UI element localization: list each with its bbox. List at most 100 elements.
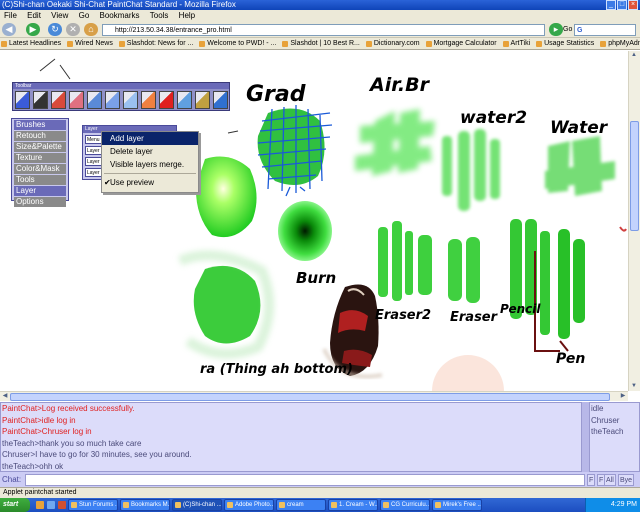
- panel-item-size-palette[interactable]: Size&Palette: [14, 142, 66, 152]
- menu-help[interactable]: Help: [179, 11, 195, 20]
- chat-input[interactable]: [25, 474, 585, 486]
- forward-icon[interactable]: ▶: [26, 23, 40, 36]
- tool-palette-window[interactable]: Toolbar: [12, 82, 230, 111]
- tool-button-blur[interactable]: [105, 91, 120, 109]
- menu-view[interactable]: View: [51, 11, 68, 20]
- tool-button-smudge[interactable]: [123, 91, 138, 109]
- url-field[interactable]: http://213.50.34.38/entrance_pro.html: [102, 24, 545, 36]
- taskbar-button[interactable]: CG Curriculu...: [380, 499, 430, 511]
- tool-button-eraser[interactable]: [87, 91, 102, 109]
- tool-button-pen[interactable]: [15, 91, 30, 109]
- user-item[interactable]: theTeach: [590, 426, 639, 438]
- canvas-label-eraser: Eraser: [450, 310, 499, 325]
- chat-area: PaintChat>Log received successfully. Pai…: [0, 402, 640, 487]
- menu-item-merge-visible[interactable]: Visible layers merge.: [102, 158, 198, 171]
- tool-button-pencil[interactable]: [33, 91, 48, 109]
- menu-item-use-preview[interactable]: ✔ Use preview: [102, 176, 198, 189]
- tool-button-select[interactable]: [195, 91, 210, 109]
- taskbar-button[interactable]: Adobe Photo...: [224, 499, 274, 511]
- chat-log[interactable]: PaintChat>Log received successfully. Pai…: [0, 402, 582, 472]
- bookmark-item[interactable]: Welcome to PWD! - ...: [198, 38, 276, 49]
- canvas-label-burn: Burn: [296, 269, 336, 287]
- taskbar-button[interactable]: Mirek's Free ...: [432, 499, 482, 511]
- go-button[interactable]: Go: [563, 24, 572, 36]
- taskbar-button[interactable]: 1. Cream - W...: [328, 499, 378, 511]
- menu-item-add-layer[interactable]: Add layer: [102, 132, 198, 145]
- tool-palette-title: Toolbar: [13, 83, 229, 89]
- bookmark-item[interactable]: Mortgage Calculator: [425, 38, 497, 49]
- reload-icon[interactable]: ↻: [48, 23, 62, 36]
- drawing-canvas[interactable]: Grad Air.Br water2 Water Burn Eraser2 Er…: [0, 51, 628, 391]
- go-icon[interactable]: ▸: [549, 23, 563, 36]
- horizontal-scroll-thumb[interactable]: [10, 393, 610, 401]
- maximize-button[interactable]: □: [617, 0, 627, 10]
- bookmark-item[interactable]: Usage Statistics: [535, 38, 594, 49]
- search-engine-icon: G: [577, 27, 583, 34]
- close-button[interactable]: ×: [628, 0, 638, 10]
- bookmark-item[interactable]: phpMyAdmin 2.4.0: [599, 38, 640, 49]
- panel-item-layer[interactable]: Layer: [14, 186, 66, 196]
- chat-splitter[interactable]: [582, 402, 589, 472]
- minimize-button[interactable]: _: [606, 0, 616, 10]
- bookmark-item[interactable]: Slashdot | 10 Best R...: [281, 38, 360, 49]
- canvas-label-airbr: Air.Br: [368, 74, 431, 96]
- user-item[interactable]: idle: [590, 403, 639, 415]
- menu-tools[interactable]: Tools: [150, 11, 169, 20]
- tool-button-burn[interactable]: [141, 91, 156, 109]
- taskbar: start Stun Forums ... Bookmarks M... (C)…: [0, 498, 640, 512]
- bookmark-item[interactable]: Wired News: [66, 38, 113, 49]
- panel-item-options[interactable]: Options: [14, 197, 66, 207]
- menu-file[interactable]: File: [4, 11, 17, 20]
- bookmark-item[interactable]: Dictionary.com: [365, 38, 420, 49]
- chat-f-button[interactable]: F: [587, 474, 596, 486]
- options-menu-panel: Brushes Retouch Size&Palette Texture Col…: [11, 118, 69, 207]
- tool-button-misc[interactable]: [213, 91, 228, 109]
- chat-all-button[interactable]: All: [604, 474, 616, 486]
- scroll-down-icon[interactable]: ▼: [629, 382, 639, 391]
- taskbar-button-active[interactable]: (C)Shi-chan ...: [172, 499, 222, 511]
- chat-bye-button[interactable]: Bye: [618, 474, 635, 486]
- tool-button-fill[interactable]: [159, 91, 174, 109]
- system-tray: 4:29 PM: [585, 498, 640, 512]
- taskbar-button[interactable]: cream: [276, 499, 326, 511]
- canvas-label-bottom: ra (Thing ah bottom): [200, 362, 353, 377]
- tool-button-dodge[interactable]: [177, 91, 192, 109]
- canvas-horizontal-scrollbar[interactable]: ◀ ▶: [0, 391, 628, 401]
- vertical-scroll-thumb[interactable]: [630, 121, 639, 231]
- canvas-vertical-scrollbar[interactable]: ▲ ▼: [628, 51, 640, 391]
- user-item[interactable]: Chruser: [590, 415, 639, 427]
- quicklaunch-icon[interactable]: [36, 501, 44, 509]
- tool-button-watercolor[interactable]: [69, 91, 84, 109]
- navigation-toolbar: ◀ ▶ ↻ ✕ ⌂ http://213.50.34.38/entrance_p…: [0, 21, 640, 38]
- bookmark-item[interactable]: Latest Headlines: [0, 38, 61, 49]
- panel-item-retouch[interactable]: Retouch: [14, 131, 66, 141]
- taskbar-button[interactable]: Stun Forums ...: [68, 499, 118, 511]
- scroll-up-icon[interactable]: ▲: [629, 51, 639, 60]
- menu-bookmarks[interactable]: Bookmarks: [100, 11, 140, 20]
- search-field[interactable]: G: [574, 24, 636, 36]
- menu-go[interactable]: Go: [79, 11, 90, 20]
- status-bar: Applet paintchat started: [0, 487, 640, 498]
- panel-item-brushes[interactable]: Brushes: [14, 120, 66, 130]
- back-icon[interactable]: ◀: [2, 23, 16, 36]
- tool-button-airbrush[interactable]: [51, 91, 66, 109]
- stop-icon[interactable]: ✕: [66, 23, 80, 36]
- start-button[interactable]: start: [0, 498, 30, 512]
- panel-item-tools[interactable]: Tools: [14, 175, 66, 185]
- chat-message: PaintChat>Chruser log in: [2, 427, 92, 436]
- panel-item-texture[interactable]: Texture: [14, 153, 66, 163]
- panel-item-color-mask[interactable]: Color&Mask: [14, 164, 66, 174]
- chat-message: Chruser>I have to go for 30 minutes, see…: [2, 450, 192, 459]
- bookmark-item[interactable]: ArtTiki: [502, 38, 530, 49]
- quicklaunch-icon[interactable]: [58, 501, 66, 509]
- clock[interactable]: 4:29 PM: [611, 501, 637, 508]
- bookmark-item[interactable]: Slashdot: News for ...: [118, 38, 193, 49]
- scroll-left-icon[interactable]: ◀: [0, 392, 10, 401]
- quicklaunch-icon[interactable]: [47, 501, 55, 509]
- taskbar-button[interactable]: Bookmarks M...: [120, 499, 170, 511]
- menu-edit[interactable]: Edit: [27, 11, 41, 20]
- home-icon[interactable]: ⌂: [84, 23, 98, 36]
- scroll-right-icon[interactable]: ▶: [618, 392, 628, 401]
- window-title-bar[interactable]: (C)Shi-chan Oekaki Shi-Chat PaintChat St…: [0, 0, 640, 10]
- menu-item-delete-layer[interactable]: Delete layer: [102, 145, 198, 158]
